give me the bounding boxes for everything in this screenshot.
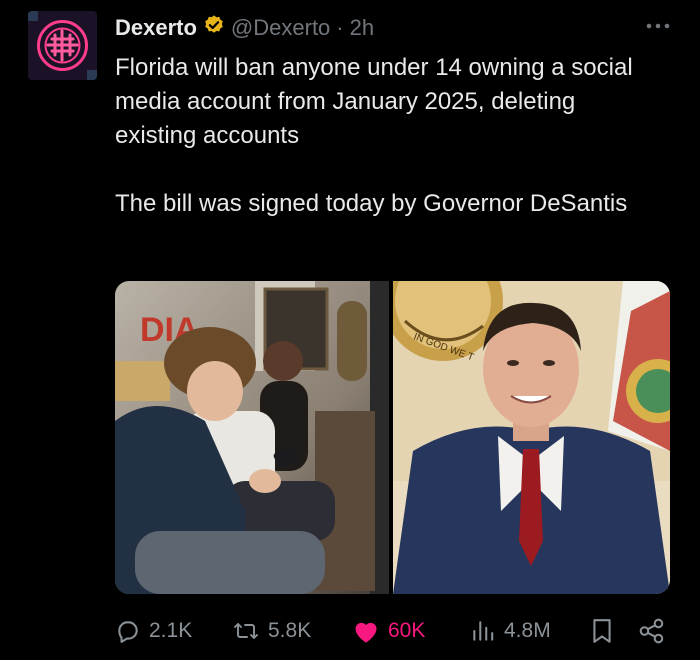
- post-paragraph: The bill was signed today by Governor De…: [115, 190, 628, 217]
- author-name[interactable]: Dexerto: [115, 15, 197, 41]
- avatar[interactable]: [28, 11, 97, 80]
- reply-button[interactable]: 2.1K: [115, 618, 192, 644]
- like-button[interactable]: 60K: [352, 618, 425, 644]
- verified-badge-icon: [203, 14, 225, 42]
- reply-icon: [118, 621, 138, 643]
- author-handle[interactable]: @Dexerto: [231, 15, 330, 41]
- post-header: Dexerto @Dexerto · 2h: [115, 13, 374, 43]
- governor-desantis-portrait-image[interactable]: IN GOD WE T: [393, 281, 670, 594]
- repost-icon: [234, 623, 258, 639]
- separator-dot: ·: [336, 15, 344, 40]
- teenagers-using-phone-image[interactable]: DIA: [115, 281, 389, 594]
- repost-count: 5.8K: [268, 619, 312, 642]
- share-button[interactable]: [638, 618, 666, 644]
- like-count: 60K: [388, 619, 426, 642]
- reply-count: 2.1K: [149, 619, 193, 642]
- view-count: 4.8M: [504, 619, 551, 642]
- more-options-icon[interactable]: [643, 14, 673, 38]
- share-icon: [639, 618, 664, 644]
- bookmark-button[interactable]: [590, 618, 614, 644]
- post-media[interactable]: DIA IN GOD WE T: [115, 281, 670, 594]
- repost-button[interactable]: 5.8K: [232, 618, 311, 644]
- dexerto-logo-icon: [28, 11, 97, 80]
- views-icon: [473, 621, 494, 641]
- bookmark-icon: [593, 619, 611, 643]
- action-bar: 2.1K 5.8K 60K 4.8M: [115, 614, 670, 648]
- post-time[interactable]: 2h: [350, 15, 374, 41]
- post-paragraph: Florida will ban anyone under 14 owning …: [115, 54, 633, 149]
- post-text: Florida will ban anyone under 14 owning …: [115, 51, 655, 221]
- views-button[interactable]: 4.8M: [470, 618, 551, 644]
- heart-icon: [355, 622, 377, 643]
